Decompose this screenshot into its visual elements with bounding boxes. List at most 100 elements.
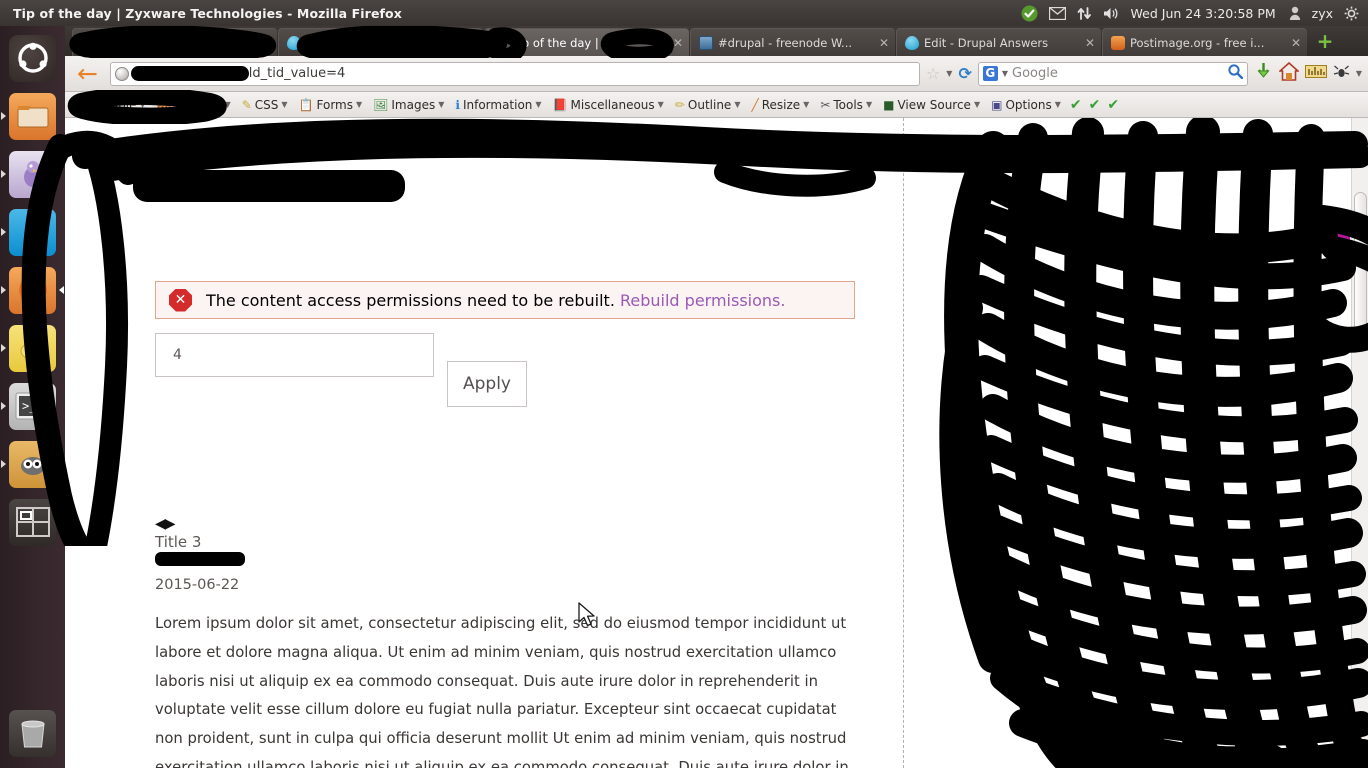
chevron-down-icon: ▼ [657, 100, 664, 109]
network-icon[interactable] [1077, 6, 1092, 21]
search-input[interactable]: Google [1012, 66, 1224, 81]
devbar-item-css[interactable]: ✎ CSS ▼ [237, 94, 293, 116]
url-bar[interactable]: /tip-of-the-day?field_tid_value=4 [109, 61, 920, 86]
file-manager-icon [9, 92, 56, 140]
launcher-item-ubuntu-dash[interactable] [0, 29, 65, 87]
chevron-down-icon: ▼ [139, 100, 146, 109]
launcher-item-firefox[interactable] [0, 261, 65, 319]
indicator-area: Wed Jun 24 3:20:58 PM zyx [1021, 5, 1368, 22]
bug-icon[interactable] [1333, 64, 1350, 83]
downloads-icon[interactable] [1254, 62, 1273, 85]
field-tid-value-input[interactable] [155, 333, 434, 377]
mail-icon[interactable] [1048, 6, 1066, 20]
running-pip-icon [1, 344, 6, 352]
apply-button[interactable]: Apply [447, 361, 527, 407]
devbar-check-1-icon[interactable]: ✔ [1067, 97, 1085, 113]
new-tab-button[interactable]: + [1312, 28, 1338, 54]
devbar-item-information[interactable]: ℹ Information ▼ [450, 94, 546, 116]
devbar-item-options[interactable]: ▣ Options ▼ [986, 94, 1066, 116]
tab-close-icon[interactable]: ✕ [1285, 36, 1301, 50]
devbar-item-miscellaneous[interactable]: 📕 Miscellaneous ▼ [548, 94, 669, 116]
tab-bar: ✕ en... ✕ Tip of the day | Z ✕ #drupal -… [65, 26, 1368, 56]
devbar-item-cookies[interactable]: 🍪 Cookies ▼ [152, 94, 236, 116]
scrollbar-thumb[interactable] [1354, 192, 1367, 350]
teapot-icon [9, 324, 56, 372]
browser-tab-2[interactable]: en... ✕ [278, 28, 483, 56]
browser-tab-5[interactable]: Edit - Drupal Answers ✕ [896, 28, 1101, 56]
redaction-overlay [133, 170, 405, 202]
chevron-down-icon: ▼ [973, 100, 981, 109]
gear-icon[interactable] [1344, 6, 1359, 21]
devbar-label: Options [1005, 97, 1052, 112]
devbar-item-view-source[interactable]: ■ View Source ▼ [878, 94, 985, 116]
tab-label: Postimage.org - free i... [1130, 35, 1265, 50]
launcher-item-trash[interactable] [0, 704, 65, 762]
devbar-label: Outline [687, 97, 732, 112]
error-message: ✕ The content access permissions need to… [155, 281, 855, 319]
measure-chart-icon[interactable] [1304, 63, 1327, 84]
rebuild-permissions-link[interactable]: Rebuild permissions. [620, 291, 785, 310]
launcher-item-skype[interactable]: S [0, 203, 65, 261]
tab-label: Edit - Drupal Answers [924, 35, 1049, 50]
tab-favicon-icon [493, 35, 507, 50]
sync-ok-icon[interactable] [1021, 5, 1038, 22]
cookie-icon: 🍪 [156, 97, 172, 112]
tab-favicon-icon [699, 35, 713, 50]
chevron-down-icon: ▼ [356, 100, 363, 109]
browser-tab-4[interactable]: #drupal - freenode W... ✕ [690, 28, 895, 56]
search-icon[interactable] [1228, 64, 1244, 83]
back-icon[interactable]: ← [71, 61, 104, 86]
terminal-icon: >_ [9, 382, 56, 430]
node-pager[interactable]: ◀▶ [155, 516, 176, 532]
running-pip-icon [1, 460, 6, 468]
tab-close-icon[interactable]: ✕ [667, 36, 683, 50]
devbar-item-disable[interactable]: ⛔ Disable ▼ [69, 94, 151, 116]
tab-close-icon[interactable]: ✕ [255, 36, 271, 50]
launcher-item-workspace-switcher[interactable] [0, 493, 65, 551]
launcher-item-gimp[interactable] [0, 435, 65, 493]
chevron-down-icon: ▼ [281, 100, 288, 109]
unity-launcher: S >_ [0, 26, 65, 768]
browser-tab-3-active[interactable]: Tip of the day | Z ✕ [484, 28, 689, 56]
devbar-label: View Source [897, 97, 971, 112]
toolbar-overflow-chevron-icon[interactable]: ▼ [1356, 69, 1362, 78]
devbar-item-images[interactable]: 🖼 Images ▼ [368, 94, 449, 116]
launcher-item-teapot[interactable] [0, 319, 65, 377]
session-user[interactable]: zyx [1312, 6, 1333, 21]
page-viewport: ✕ The content access permissions need to… [65, 118, 1368, 768]
page-scrollbar[interactable] [1351, 118, 1368, 768]
browser-tab-6[interactable]: Postimage.org - free i... ✕ [1102, 28, 1307, 56]
tab-favicon-icon [905, 35, 919, 50]
chevron-down-icon[interactable]: ▼ [1002, 69, 1008, 78]
firefox-window: ✕ en... ✕ Tip of the day | Z ✕ #drupal -… [65, 26, 1368, 768]
reload-icon[interactable]: ⟳ [958, 64, 971, 83]
devbar-check-2-icon[interactable]: ✔ [1086, 97, 1104, 113]
clock[interactable]: Wed Jun 24 3:20:58 PM [1131, 6, 1276, 21]
home-icon[interactable] [1277, 61, 1300, 85]
launcher-item-terminal[interactable]: >_ [0, 377, 65, 435]
error-text: The content access permissions need to b… [206, 291, 785, 310]
devbar-item-outline[interactable]: ✏ Outline ▼ [670, 94, 746, 116]
volume-icon[interactable] [1103, 6, 1120, 21]
running-pip-icon [1, 286, 6, 294]
devbar-item-tools[interactable]: ✂ Tools ▼ [815, 94, 877, 116]
bookmark-star-icon[interactable]: ☆ [926, 64, 940, 83]
scroll-down-arrow-icon[interactable] [1355, 758, 1365, 764]
launcher-item-media-player[interactable] [0, 145, 65, 203]
tab-close-icon[interactable]: ✕ [1079, 36, 1095, 50]
browser-tab-1[interactable]: ✕ [72, 28, 277, 56]
disable-icon: ⛔ [74, 97, 89, 112]
devbar-item-forms[interactable]: 📋 Forms ▼ [294, 94, 368, 116]
skype-icon: S [9, 208, 56, 256]
tab-close-icon[interactable]: ✕ [873, 36, 889, 50]
devbar-item-resize[interactable]: ╱ Resize ▼ [746, 94, 814, 116]
chevron-down-icon[interactable]: ▼ [946, 69, 952, 78]
info-icon: ℹ [455, 97, 460, 112]
launcher-item-files[interactable] [0, 87, 65, 145]
tab-favicon-icon [287, 35, 301, 50]
devbar-label: Cookies [174, 97, 222, 112]
tab-close-icon[interactable]: ✕ [461, 36, 477, 50]
search-bar[interactable]: G ▼ Google [977, 61, 1248, 86]
devbar-check-3-icon[interactable]: ✔ [1104, 97, 1122, 113]
media-player-icon [9, 150, 56, 198]
